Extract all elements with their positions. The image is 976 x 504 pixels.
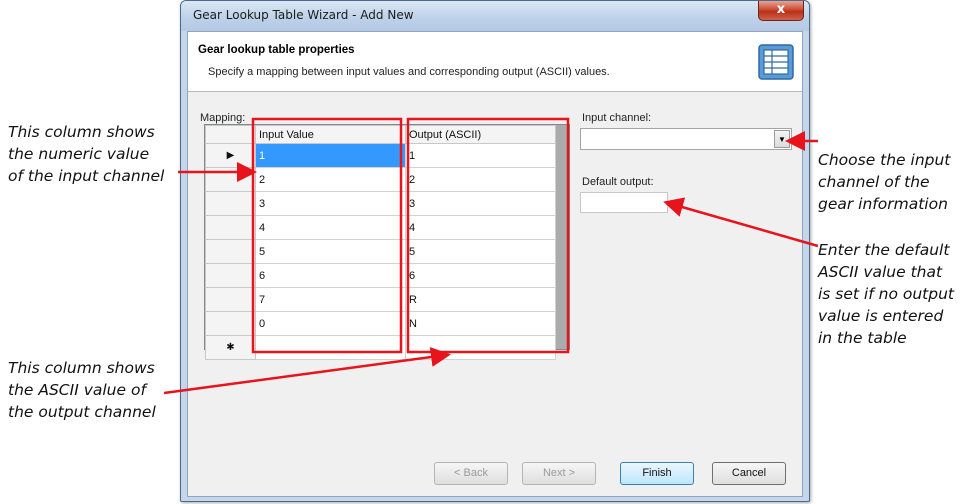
table-row[interactable]: 5 5 [205,239,556,264]
next-button[interactable]: Next > [522,462,596,485]
row-header[interactable] [205,191,256,216]
current-row-indicator-icon[interactable]: ▶ [205,143,256,168]
input-value-cell[interactable]: 2 [255,167,406,192]
mapping-label: Mapping: [200,112,246,124]
annotation-input-column: This column shows the numeric value of t… [8,121,164,187]
annotation-input-channel: Choose the input channel of the gear inf… [818,149,950,215]
input-channel-dropdown[interactable]: ▼ [580,128,792,150]
new-output-value-cell[interactable] [405,335,556,360]
annotation-line: channel of the [818,173,930,191]
default-output-field[interactable] [580,192,668,213]
mapping-table: Input Value Output (ASCII) ▶ 1 1 2 2 3 3 [205,125,556,360]
title-bar[interactable]: Gear Lookup Table Wizard - Add New x [181,1,809,31]
input-channel-label: Input channel: [582,112,652,124]
annotation-line: Choose the input [818,151,951,169]
annotation-line: Enter the default [818,241,950,259]
chevron-down-icon[interactable]: ▼ [774,130,790,148]
header-title: Gear lookup table properties [198,44,355,56]
table-row[interactable]: 0 N [205,311,556,336]
dialog-client-area: Gear lookup table properties Specify a m… [187,31,803,497]
table-row[interactable]: 3 3 [205,191,556,216]
input-value-cell[interactable]: 1 [255,143,406,168]
annotation-output-column: This column shows the ASCII value of the… [8,357,156,423]
annotation-line: is set if no output [818,285,954,303]
output-value-cell[interactable]: 2 [405,167,556,192]
input-value-cell[interactable]: 5 [255,239,406,264]
annotation-line: ASCII value that [818,263,943,281]
row-header[interactable] [205,287,256,312]
wizard-header: Gear lookup table properties Specify a m… [188,32,802,92]
new-row-asterisk-icon[interactable]: ✱ [205,335,256,360]
table-row[interactable]: 7 R [205,287,556,312]
annotation-line: value is entered [818,307,944,325]
table-row[interactable]: 6 6 [205,263,556,288]
new-row[interactable]: ✱ [205,335,556,360]
mapping-grid[interactable]: Input Value Output (ASCII) ▶ 1 1 2 2 3 3 [204,124,570,360]
output-value-cell[interactable]: N [405,311,556,336]
cancel-button[interactable]: Cancel [712,462,786,485]
row-header[interactable] [205,311,256,336]
row-header[interactable] [205,263,256,288]
row-header[interactable] [205,239,256,264]
table-row[interactable]: 2 2 [205,167,556,192]
grid-corner-cell [205,125,256,144]
back-button[interactable]: < Back [434,462,508,485]
annotation-line: This column shows [8,359,155,377]
row-header[interactable] [205,167,256,192]
finish-button[interactable]: Finish [620,462,694,485]
annotation-line: This column shows [8,123,155,141]
column-header-input-value[interactable]: Input Value [255,125,406,144]
output-value-cell[interactable]: 6 [405,263,556,288]
header-subtitle: Specify a mapping between input values a… [208,66,610,78]
input-value-cell[interactable]: 0 [255,311,406,336]
table-row[interactable]: 4 4 [205,215,556,240]
annotation-line: the numeric value [8,145,150,163]
output-value-cell[interactable]: 5 [405,239,556,264]
input-value-cell[interactable]: 3 [255,191,406,216]
annotation-line: in the table [818,329,907,347]
row-header[interactable] [205,215,256,240]
annotation-line: the ASCII value of [8,381,146,399]
column-header-output-ascii[interactable]: Output (ASCII) [405,125,556,144]
table-icon [758,44,794,80]
annotation-line: of the input channel [8,167,165,185]
grid-header-row: Input Value Output (ASCII) [205,125,556,144]
input-value-cell[interactable]: 6 [255,263,406,288]
input-value-cell[interactable]: 7 [255,287,406,312]
annotation-line: the output channel [8,403,156,421]
input-value-cell[interactable]: 4 [255,215,406,240]
wizard-window: Gear Lookup Table Wizard - Add New x Gea… [180,0,810,502]
output-value-cell[interactable]: 3 [405,191,556,216]
output-value-cell[interactable]: R [405,287,556,312]
window-title: Gear Lookup Table Wizard - Add New [193,8,414,22]
close-button[interactable]: x [758,1,804,21]
new-input-value-cell[interactable] [255,335,406,360]
output-value-cell[interactable]: 1 [405,143,556,168]
annotation-default-output: Enter the default ASCII value that is se… [818,239,954,349]
output-value-cell[interactable]: 4 [405,215,556,240]
table-row[interactable]: ▶ 1 1 [205,143,556,168]
default-output-label: Default output: [582,176,654,188]
annotation-line: gear information [818,195,948,213]
